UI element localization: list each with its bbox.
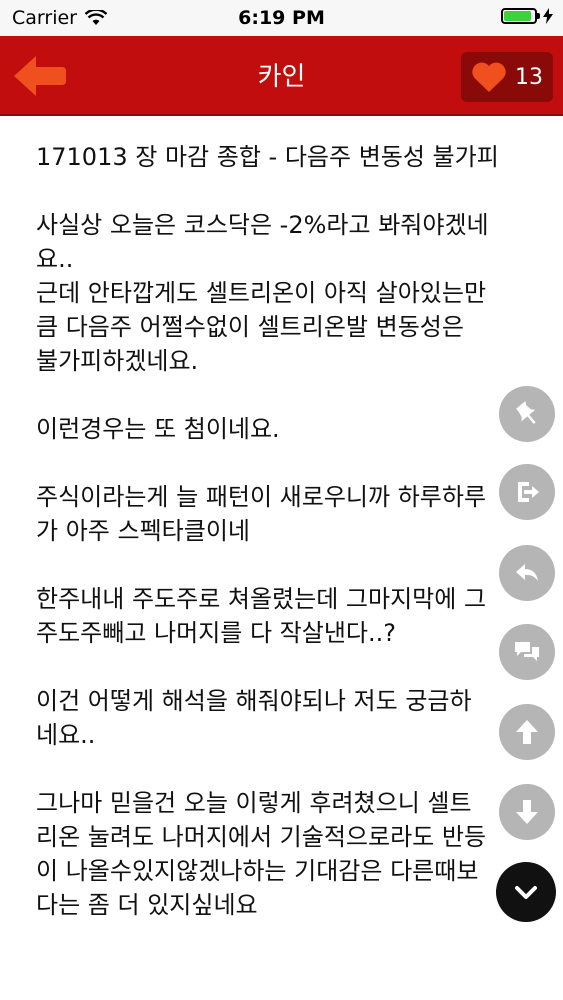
arrow-down-icon bbox=[516, 800, 538, 824]
reply-icon bbox=[516, 564, 538, 581]
collapse-menu-button[interactable] bbox=[496, 862, 556, 922]
share-button[interactable] bbox=[499, 464, 555, 520]
reply-button[interactable] bbox=[499, 545, 555, 601]
post-body: 171013 장 마감 종합 - 다음주 변동성 불가피 사실상 오늘은 코스닥… bbox=[36, 140, 536, 1000]
pin-icon bbox=[516, 401, 536, 424]
post-paragraph: 이런경우는 또 첨이네요. bbox=[36, 415, 280, 443]
arrow-up-icon bbox=[516, 720, 538, 744]
post-paragraph: 주식이라는게 늘 패턴이 새로우니까 하루하루 가 아주 스펙타클이네 bbox=[36, 483, 487, 545]
charging-icon bbox=[543, 8, 553, 24]
comment-icon bbox=[515, 642, 539, 661]
status-time: 6:19 PM bbox=[238, 7, 325, 29]
post-paragraph: 한주내내 주도주로 쳐올렸는데 그마지막에 그 주도주빼고 나머지를 다 작살낸… bbox=[36, 585, 487, 647]
nav-header: 카인 13 bbox=[0, 36, 563, 116]
post-paragraph: 사실상 오늘은 코스닥은 -2%라고 봐줘야겠네 요.. 근데 안타깝게도 셀트… bbox=[36, 211, 489, 375]
like-button[interactable]: 13 bbox=[461, 52, 553, 102]
scroll-up-button[interactable] bbox=[499, 704, 555, 760]
battery-icon bbox=[501, 8, 540, 24]
battery-fill bbox=[504, 11, 531, 21]
status-right bbox=[501, 8, 553, 24]
scroll-down-button[interactable] bbox=[499, 784, 555, 840]
pin-button[interactable] bbox=[499, 386, 555, 442]
status-bar: Carrier 6:19 PM bbox=[0, 0, 563, 36]
like-count: 13 bbox=[515, 64, 543, 90]
post-paragraph: 그나마 믿을건 오늘 이렇게 후려쳤으니 셀트 리온 눌려도 나머지에서 기술적… bbox=[36, 789, 487, 919]
post-title: 171013 장 마감 종합 - 다음주 변동성 불가피 bbox=[36, 143, 499, 171]
chevron-down-icon bbox=[515, 886, 537, 899]
post-paragraph: 이건 어떻게 해석을 해줘야되나 저도 궁금하 네요.. bbox=[36, 687, 472, 749]
heart-icon bbox=[472, 62, 506, 92]
comment-button[interactable] bbox=[499, 624, 555, 680]
share-icon bbox=[518, 482, 539, 502]
